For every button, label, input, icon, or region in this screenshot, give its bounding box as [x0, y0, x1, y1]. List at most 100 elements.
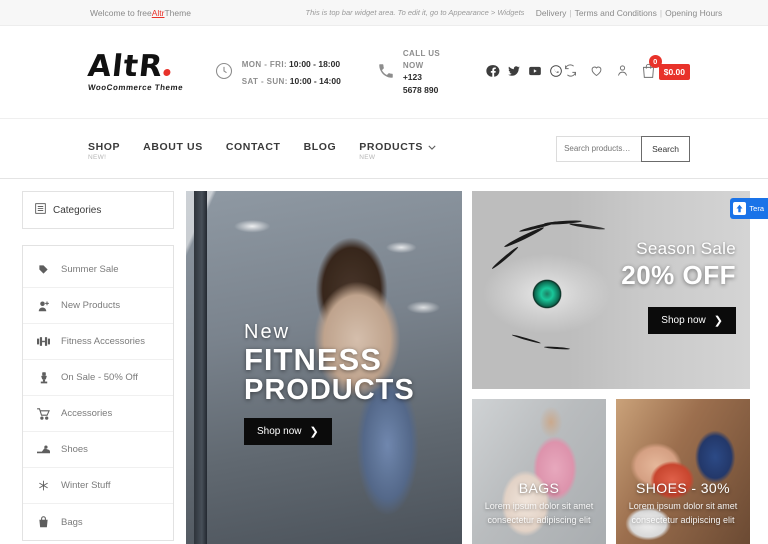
bag-icon: [37, 516, 50, 528]
shoes-title: SHOES - 30%: [636, 480, 730, 497]
category-label: Bags: [61, 516, 83, 528]
search-input[interactable]: [556, 135, 642, 162]
hours-row-weekend: SAT - SUN: 10:00 - 14:00: [242, 72, 341, 89]
topbar-theme-link[interactable]: Altr: [152, 8, 165, 18]
compare-icon[interactable]: [563, 63, 578, 81]
twitter-icon[interactable]: [507, 64, 521, 81]
chevron-right-icon: ❯: [713, 315, 723, 327]
nav-label-products: PRODUCTS: [359, 140, 424, 153]
nav-label-shop: SHOP: [88, 140, 121, 153]
category-item-on-sale[interactable]: On Sale - 50% Off: [23, 360, 173, 396]
user-plus-icon: [37, 300, 50, 312]
categories-list: Summer Sale New Products Fitness Accesso…: [22, 245, 174, 541]
search-button[interactable]: Search: [641, 135, 690, 162]
season-title: Season Sale: [636, 239, 736, 258]
promo-card-bags[interactable]: BAGS Lorem ipsum dolor sit amet consecte…: [472, 399, 606, 544]
categories-header[interactable]: Categories: [22, 191, 174, 229]
season-text-block: Season Sale 20% OFF Shop now ❯: [621, 239, 736, 334]
floating-extension-tab[interactable]: Tera: [730, 198, 768, 219]
top-bar: Welcome to free Altr Theme This is top b…: [0, 0, 768, 26]
hero-shop-now-button[interactable]: Shop now ❯: [244, 417, 332, 445]
banner-area: New FITNESS PRODUCTS Shop now ❯ Season S…: [186, 191, 750, 544]
site-header: AltR WooCommerce Theme MON - FRI: 10:00 -…: [0, 26, 768, 119]
youtube-icon[interactable]: [528, 64, 542, 81]
header-actions: 0 $0.00: [563, 55, 690, 82]
phone-block[interactable]: CALL US NOW +123 5678 890: [377, 48, 442, 96]
dumbbell-icon: [37, 336, 50, 347]
upload-arrow-icon: [733, 202, 747, 215]
promo-card-shoes[interactable]: SHOES - 30% Lorem ipsum dolor sit amet c…: [616, 399, 750, 544]
categories-sidebar: Categories Summer Sale New Products Fitn…: [22, 191, 174, 544]
season-shop-now-button[interactable]: Shop now ❯: [648, 307, 736, 334]
opening-hours-block: MON - FRI: 10:00 - 18:00 SAT - SUN: 10:00 …: [214, 55, 341, 90]
facebook-icon[interactable]: [486, 64, 500, 81]
bags-text-block: BAGS Lorem ipsum dolor sit amet consecte…: [472, 480, 606, 528]
cart-total-amount: $0.00: [658, 64, 690, 80]
heart-icon[interactable]: [589, 63, 604, 81]
category-label: Fitness Accessories: [61, 336, 145, 347]
trophy-icon: [37, 371, 50, 384]
season-sale-banner[interactable]: Season Sale 20% OFF Shop now ❯: [472, 191, 750, 389]
nav-label-contact: CONTACT: [225, 140, 281, 153]
phone-icon: [377, 62, 395, 83]
cart-button[interactable]: 0 $0.00: [641, 55, 690, 82]
snowflake-icon: [37, 480, 50, 491]
nav-menu: SHOP NEW! ABOUT US CONTACT BLOG PRODUCTS…: [88, 137, 436, 161]
hero-title-line2: PRODUCTS: [244, 373, 415, 406]
user-icon[interactable]: [615, 63, 630, 81]
categories-header-label: Categories: [53, 204, 102, 216]
chevron-down-icon: [426, 143, 436, 152]
shoe-icon: [37, 445, 50, 455]
hours-weekend-label: SAT - SUN:: [241, 77, 288, 86]
nav-item-products[interactable]: PRODUCTS NEW: [359, 137, 436, 161]
category-item-fitness-accessories[interactable]: Fitness Accessories: [23, 324, 173, 360]
hours-weekday-value: 10:00 - 18:00: [289, 58, 341, 69]
nav-label-about-us: ABOUT US: [143, 140, 203, 153]
nav-item-about-us[interactable]: ABOUT US: [143, 137, 203, 153]
topbar-sep-1: |: [569, 7, 572, 18]
site-logo[interactable]: AltR WooCommerce Theme: [86, 49, 214, 92]
hero-text-block: New FITNESS PRODUCTS Shop now ❯: [244, 321, 415, 445]
nav-item-contact[interactable]: CONTACT: [226, 137, 281, 153]
clock-icon: [214, 61, 234, 84]
season-cta-label: Shop now: [661, 315, 706, 326]
category-item-new-products[interactable]: New Products: [23, 288, 173, 324]
category-label: On Sale - 50% Off: [61, 372, 138, 383]
category-item-bags[interactable]: Bags: [23, 504, 173, 540]
topbar-welcome-suffix: Theme: [164, 7, 191, 18]
category-item-winter-stuff[interactable]: Winter Stuff: [23, 468, 173, 504]
whatsapp-icon[interactable]: [549, 64, 563, 81]
hero-cta-label: Shop now: [257, 425, 302, 437]
topbar-welcome: Welcome to free Altr Theme: [0, 8, 300, 18]
hours-row-weekday: MON - FRI: 10:00 - 18:00: [242, 55, 341, 72]
shopping-cart-icon: [37, 407, 50, 420]
category-label: Winter Stuff: [61, 480, 111, 491]
topbar-link-hours[interactable]: Opening Hours: [665, 8, 722, 18]
logo-tagline: WooCommerce Theme: [87, 83, 184, 92]
topbar-link-delivery[interactable]: Delivery: [536, 8, 567, 18]
main-content: Categories Summer Sale New Products Fitn…: [0, 179, 768, 544]
topbar-link-terms[interactable]: Terms and Conditions: [575, 8, 657, 18]
category-item-summer-sale[interactable]: Summer Sale: [23, 252, 173, 288]
hero-gym-rack: [194, 191, 207, 544]
hero-eyebrow: New: [244, 321, 291, 343]
shoes-text-block: SHOES - 30% Lorem ipsum dolor sit amet c…: [616, 480, 750, 528]
nav-item-blog[interactable]: BLOG: [304, 137, 337, 153]
hero-title-line1: FITNESS: [244, 342, 382, 377]
tag-icon: [37, 264, 50, 275]
category-label: Shoes: [61, 444, 88, 455]
topbar-welcome-prefix: Welcome to free: [90, 7, 152, 18]
category-label: Accessories: [61, 408, 113, 419]
category-item-accessories[interactable]: Accessories: [23, 396, 173, 432]
nav-badge-products: NEW: [359, 153, 376, 161]
season-discount: 20% OFF: [621, 260, 736, 290]
category-item-shoes[interactable]: Shoes: [23, 432, 173, 468]
nav-item-shop[interactable]: SHOP NEW!: [88, 137, 120, 161]
floating-tab-label: Tera: [749, 204, 764, 213]
logo-dot: [163, 69, 171, 76]
social-links: [486, 64, 563, 81]
nav-label-blog: BLOG: [303, 140, 337, 153]
hero-banner[interactable]: New FITNESS PRODUCTS Shop now ❯: [186, 191, 462, 544]
hours-weekend-value: 10:00 - 14:00: [289, 76, 341, 86]
promo-cards-row: BAGS Lorem ipsum dolor sit amet consecte…: [472, 399, 750, 544]
